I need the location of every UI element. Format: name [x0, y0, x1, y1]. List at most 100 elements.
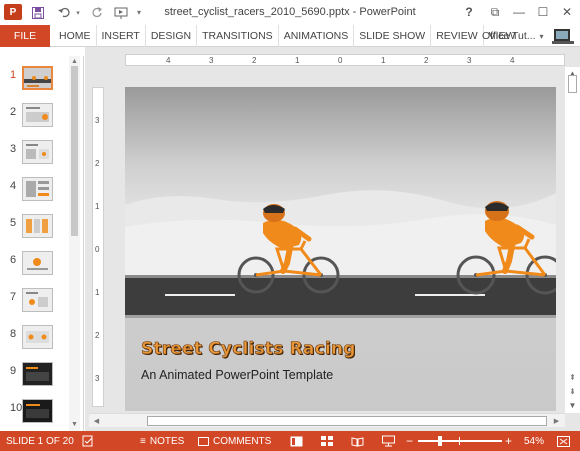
ribbon-tabs: FILE HOME INSERT DESIGN TRANSITIONS ANIM… [0, 25, 580, 47]
undo-icon[interactable] [56, 4, 72, 21]
ruler-label: 3 [209, 56, 214, 65]
start-from-beginning-icon[interactable] [112, 4, 130, 21]
ruler-label: 3 [95, 116, 100, 125]
thumbnail-image [22, 288, 53, 312]
thumbnail-number: 6 [10, 254, 17, 266]
slide-sorter-icon[interactable] [321, 431, 333, 451]
ruler-label: 0 [338, 56, 343, 65]
thumbnail-number: 1 [10, 69, 17, 81]
title-bar: P ▾ ▾ street_cyclist_racers_2010_5690.pp… [0, 0, 580, 25]
tab-slide-show[interactable]: SLIDE SHOW [354, 25, 432, 47]
slide-canvas[interactable]: Street Cyclists Racing An Animated Power… [125, 87, 556, 411]
thumbnail-number: 5 [10, 217, 17, 229]
powerpoint-logo-icon[interactable]: P [4, 4, 22, 20]
notes-button[interactable]: ≡ NOTES [140, 431, 184, 451]
zoom-slider-midpoint [459, 437, 460, 445]
ruler-label: 1 [95, 288, 100, 297]
slide-editor: 4 3 2 1 0 1 2 3 4 3 2 1 0 1 2 3 Street C… [85, 47, 580, 431]
ruler-label: 3 [467, 56, 472, 65]
tab-strip: HOME INSERT DESIGN TRANSITIONS ANIMATION… [54, 25, 520, 47]
horizontal-scrollbar[interactable]: ◀ ▶ [89, 413, 565, 427]
comments-label: COMMENTS [213, 435, 272, 447]
slide-thumbnail-pane: 1 2 3 4 5 6 7 8 9 10 ▲ ▼ [0, 56, 84, 431]
reading-view-icon[interactable] [351, 431, 364, 451]
thumbnail-number: 10 [10, 402, 23, 414]
account-name: Office Tut... [482, 30, 536, 42]
scroll-right-icon[interactable]: ▶ [551, 416, 562, 426]
scrollbar-thumb[interactable] [71, 66, 78, 236]
account-menu[interactable]: Office Tut... ▾ [482, 25, 544, 47]
slide-title[interactable]: Street Cyclists Racing [141, 339, 356, 360]
minimize-icon[interactable]: — [508, 3, 530, 21]
thumbnail-image [22, 399, 53, 423]
save-icon[interactable] [30, 4, 46, 21]
zoom-slider[interactable] [418, 440, 502, 442]
previous-slide-icon[interactable]: ⇞ [565, 371, 580, 383]
ruler-label: 2 [252, 56, 257, 65]
thumbnail-number: 3 [10, 143, 17, 155]
zoom-in-button[interactable]: + [505, 431, 512, 451]
zoom-level[interactable]: 54% [524, 431, 544, 451]
tab-transitions[interactable]: TRANSITIONS [197, 25, 279, 47]
notes-icon: ≡ [140, 435, 146, 447]
ruler-label: 1 [381, 56, 386, 65]
fit-to-window-icon[interactable] [557, 431, 570, 451]
maximize-icon[interactable]: ☐ [532, 3, 554, 21]
chevron-down-icon: ▾ [539, 31, 544, 41]
thumbnail-image [22, 177, 53, 201]
comments-button[interactable]: COMMENTS [198, 431, 271, 451]
thumbnail-number: 8 [10, 328, 17, 340]
thumbnail-number: 9 [10, 365, 17, 377]
slide-subtitle[interactable]: An Animated PowerPoint Template [141, 368, 333, 382]
thumbnail-number: 4 [10, 180, 17, 192]
slideshow-icon[interactable] [382, 431, 395, 451]
ruler-label: 3 [95, 374, 100, 383]
undo-dropdown-icon[interactable]: ▾ [74, 4, 82, 21]
ruler-label: 4 [166, 56, 171, 65]
thumbnail-image [22, 140, 53, 164]
tab-insert[interactable]: INSERT [97, 25, 146, 47]
slide-artwork [125, 87, 556, 411]
ruler-label: 2 [424, 56, 429, 65]
thumbnail-image [22, 66, 53, 90]
spelling-icon[interactable] [82, 431, 94, 451]
scroll-down-icon[interactable]: ▼ [565, 399, 580, 411]
help-icon[interactable]: ? [458, 3, 480, 21]
thumbnail-scrollbar[interactable]: ▲ ▼ [69, 56, 80, 431]
tab-review[interactable]: REVIEW [431, 25, 484, 47]
account-avatar-icon[interactable] [552, 27, 574, 45]
thumbnail-number: 7 [10, 291, 17, 303]
file-tab[interactable]: FILE [0, 25, 50, 47]
notes-label: NOTES [149, 435, 185, 447]
scroll-up-icon[interactable]: ▲ [69, 56, 80, 66]
thumbnail-image [22, 214, 53, 238]
tab-animations[interactable]: ANIMATIONS [279, 25, 355, 47]
scrollbar-thumb[interactable] [568, 75, 577, 93]
zoom-slider-knob[interactable] [438, 436, 442, 446]
vertical-scrollbar[interactable]: ▲ ⇞ ⇟ ▼ [565, 67, 580, 413]
ruler-label: 1 [295, 56, 300, 65]
customize-qat-icon[interactable]: ▾ [134, 4, 144, 21]
redo-icon[interactable] [89, 4, 105, 21]
comments-icon [198, 436, 209, 446]
ruler-label: 2 [95, 331, 100, 340]
scroll-down-icon[interactable]: ▼ [69, 419, 80, 429]
horizontal-ruler: 4 3 2 1 0 1 2 3 4 [125, 54, 565, 66]
ruler-label: 1 [95, 202, 100, 211]
slide-counter[interactable]: SLIDE 1 OF 20 [6, 431, 74, 451]
zoom-out-button[interactable]: − [406, 431, 413, 451]
tab-design[interactable]: DESIGN [146, 25, 198, 47]
restore-icon[interactable]: ⧉ [484, 3, 506, 21]
next-slide-icon[interactable]: ⇟ [565, 385, 580, 397]
thumbnail-image [22, 103, 53, 127]
scrollbar-thumb[interactable] [147, 416, 547, 426]
vertical-ruler: 3 2 1 0 1 2 3 [92, 87, 104, 407]
thumbnail-image [22, 325, 53, 349]
normal-view-icon[interactable] [290, 431, 303, 451]
scroll-left-icon[interactable]: ◀ [91, 416, 102, 426]
thumbnail-image [22, 251, 53, 275]
thumbnail-number: 2 [10, 106, 17, 118]
tab-home[interactable]: HOME [54, 25, 97, 47]
close-icon[interactable]: ✕ [556, 3, 578, 21]
thumbnail-image [22, 362, 53, 386]
